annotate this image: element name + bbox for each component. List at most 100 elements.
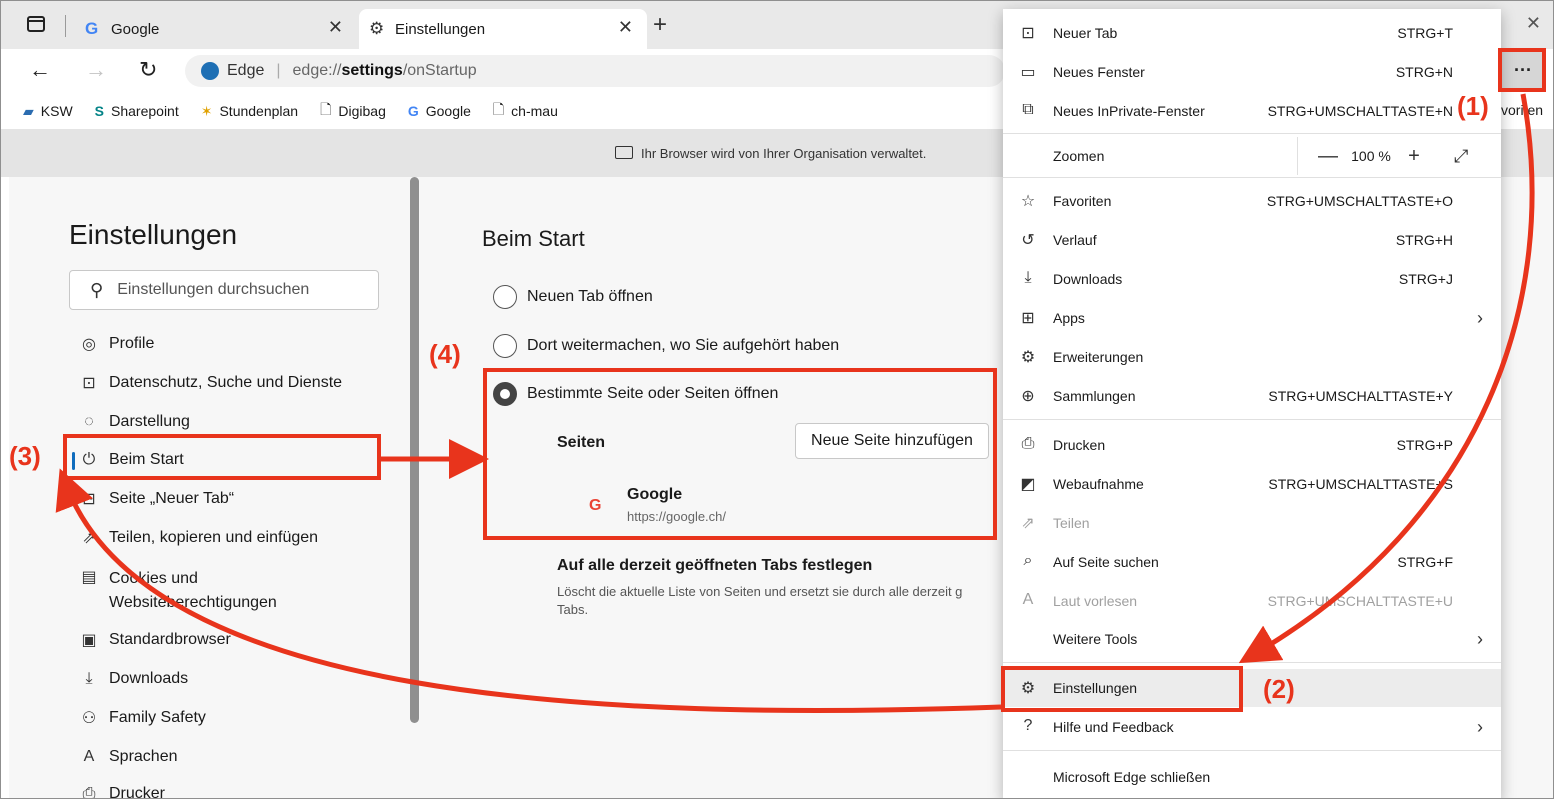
set-all-title[interactable]: Auf alle derzeit geöffneten Tabs festleg…	[557, 557, 872, 575]
zoom-control: — 100 % + ⤢	[1297, 137, 1468, 175]
sidebar-item-profile[interactable]: ◎ Profile	[69, 327, 379, 361]
favorite-label: ch-mau	[511, 103, 558, 119]
sidebar-scrollbar[interactable]	[410, 177, 419, 723]
menu-item-more-tools[interactable]: Weitere Tools ›	[1003, 620, 1501, 658]
sharepoint-icon: S	[94, 103, 105, 119]
sidebar-item-privacy[interactable]: ⊡ Datenschutz, Suche und Dienste	[69, 366, 379, 400]
favorite-sharepoint[interactable]: S Sharepoint	[95, 103, 179, 119]
download-icon: ⤓	[85, 670, 93, 687]
sidebar-item-languages[interactable]: A Sprachen	[69, 740, 379, 774]
menu-item-webcapture[interactable]: ◩ Webaufnahme STRG+UMSCHALTTASTE+S	[1003, 465, 1501, 503]
apps-icon: ⊞	[1021, 310, 1035, 327]
window-icon: ▭	[1020, 64, 1036, 81]
zoom-in-button[interactable]: +	[1396, 145, 1432, 168]
menu-shortcut: STRG+UMSCHALTTASTE+Y	[1268, 388, 1453, 404]
menu-item-downloads[interactable]: ⤓ Downloads STRG+J	[1003, 260, 1501, 298]
favorite-ksw[interactable]: ▰ KSW	[23, 103, 73, 120]
history-icon: ↺	[1021, 232, 1035, 249]
menu-item-close-edge[interactable]: Microsoft Edge schließen	[1003, 758, 1501, 796]
inprivate-icon: ⧉	[1022, 101, 1034, 118]
menu-item-help[interactable]: ? Hilfe und Feedback ›	[1003, 708, 1501, 746]
favorite-ch-mau[interactable]: 🗋 ch-mau	[493, 99, 558, 123]
lock-icon: ⊡	[82, 375, 96, 392]
menu-item-find[interactable]: ⌕ Auf Seite suchen STRG+F	[1003, 543, 1501, 581]
radio-continue[interactable]: Dort weitermachen, wo Sie aufgehört habe…	[493, 334, 839, 358]
menu-item-zoom: Zoomen — 100 % + ⤢	[1003, 137, 1501, 175]
cookies-icon: ▤	[81, 569, 97, 586]
menu-item-label: Weitere Tools	[1053, 631, 1138, 647]
find-icon: ⌕	[1023, 552, 1033, 569]
profile-icon: ◎	[82, 336, 96, 353]
sidebar-item-default-browser[interactable]: ▣ Standardbrowser	[69, 623, 379, 657]
settings-search-input[interactable]: ⚲ Einstellungen durchsuchen	[69, 270, 379, 310]
zoom-out-button[interactable]: —	[1310, 145, 1346, 168]
sidebar-item-label: Cookies und	[109, 570, 198, 587]
sidebar-item-downloads[interactable]: ⤓ Downloads	[69, 662, 379, 696]
fullscreen-icon[interactable]: ⤢	[1454, 146, 1468, 167]
sidebar-item-family[interactable]: ⚇ Family Safety	[69, 701, 379, 735]
newtab-icon: ⊡	[1021, 25, 1035, 42]
tab-actions-icon[interactable]	[27, 16, 45, 32]
menu-item-label: Apps	[1053, 310, 1085, 326]
annotation-label-1: (1)	[1457, 91, 1489, 121]
google-favicon: G	[407, 103, 419, 119]
page-icon: 🗋	[320, 101, 332, 117]
menu-item-apps[interactable]: ⊞ Apps ›	[1003, 299, 1501, 337]
menu-item-extensions[interactable]: ⚙ Erweiterungen	[1003, 338, 1501, 376]
gear-icon: ⚙	[369, 19, 385, 38]
menu-item-label: Drucken	[1053, 437, 1106, 453]
sidebar-item-printer[interactable]: ⎙ Drucker	[69, 777, 379, 799]
sidebar-item-label: Profile	[109, 335, 155, 352]
tab-einstellungen[interactable]: ⚙ Einstellungen ✕	[359, 9, 647, 49]
menu-item-history[interactable]: ↺ Verlauf STRG+H	[1003, 221, 1501, 259]
menu-item-share: ⇗ Teilen	[1003, 504, 1501, 542]
menu-item-print[interactable]: ⎙ Drucken STRG+P	[1003, 426, 1501, 464]
sidebar-item-label: Teilen, kopieren und einfügen	[109, 529, 319, 546]
menu-shortcut: STRG+F	[1397, 554, 1453, 570]
menu-item-label: Favoriten	[1053, 193, 1112, 209]
tab-label: Google	[111, 20, 160, 38]
menu-item-new-tab[interactable]: ⊡ Neuer Tab STRG+T	[1003, 14, 1501, 52]
favorite-label: Google	[425, 103, 471, 119]
favorite-google[interactable]: G Google	[408, 103, 471, 119]
menu-item-label: Neuer Tab	[1053, 25, 1118, 41]
language-icon: A	[83, 748, 95, 765]
menu-divider	[1003, 750, 1501, 751]
window-close-icon[interactable]: ✕	[1526, 13, 1541, 34]
menu-item-label: Sammlungen	[1053, 388, 1136, 404]
menu-item-label: Downloads	[1053, 271, 1123, 287]
forward-arrow-icon[interactable]: →	[85, 57, 107, 83]
refresh-icon[interactable]: ↻	[139, 57, 157, 83]
address-bar[interactable]: Edge | edge://settings/onStartup	[185, 55, 1005, 87]
sidebar-item-label: Drucker	[109, 785, 166, 799]
sidebar-item-newtab[interactable]: ⊟ Seite „Neuer Tab“	[69, 482, 379, 516]
menu-item-inprivate[interactable]: ⧉ Neues InPrivate-Fenster STRG+UMSCHALTTAS…	[1003, 92, 1501, 130]
download-icon: ⤓	[1024, 269, 1032, 286]
radio-new-tab[interactable]: Neuen Tab öffnen	[493, 285, 653, 309]
menu-item-label: Neues Fenster	[1053, 64, 1145, 80]
menu-item-new-window[interactable]: ▭ Neues Fenster STRG+N	[1003, 53, 1501, 91]
menu-item-favorites[interactable]: ☆ Favoriten STRG+UMSCHALTTASTE+O	[1003, 182, 1501, 220]
edge-logo-icon	[201, 62, 219, 80]
favorite-digibag[interactable]: 🗋 Digibag	[320, 99, 386, 123]
favorite-stundenplan[interactable]: ✶ Stundenplan	[201, 103, 298, 120]
tab-label: Einstellungen	[395, 20, 486, 38]
menu-shortcut: STRG+UMSCHALTTASTE+N	[1267, 103, 1453, 119]
sidebar-item-label: Sprachen	[109, 748, 178, 765]
menu-divider	[1003, 662, 1501, 663]
favorites-overflow[interactable]: voriten	[1501, 102, 1543, 118]
new-tab-button[interactable]: +	[653, 11, 667, 39]
annotation-box-4	[483, 368, 997, 540]
share-icon: ⇗	[82, 530, 96, 547]
read-aloud-icon: A	[1022, 591, 1034, 608]
menu-item-collections[interactable]: ⊕ Sammlungen STRG+UMSCHALTTASTE+Y	[1003, 377, 1501, 415]
browser-label: Edge	[227, 62, 265, 79]
back-arrow-icon[interactable]: ←	[29, 57, 51, 83]
close-icon[interactable]: ✕	[328, 17, 343, 38]
close-icon[interactable]: ✕	[618, 17, 633, 38]
tab-google[interactable]: G Google ✕	[75, 9, 357, 49]
sidebar-item-cookies[interactable]: ▤ Cookies und Websiteberechtigungen	[69, 560, 379, 616]
sidebar-item-share[interactable]: ⇗ Teilen, kopieren und einfügen	[69, 521, 379, 555]
browser-icon: ▣	[81, 632, 97, 649]
menu-shortcut: STRG+UMSCHALTTASTE+O	[1266, 193, 1453, 209]
